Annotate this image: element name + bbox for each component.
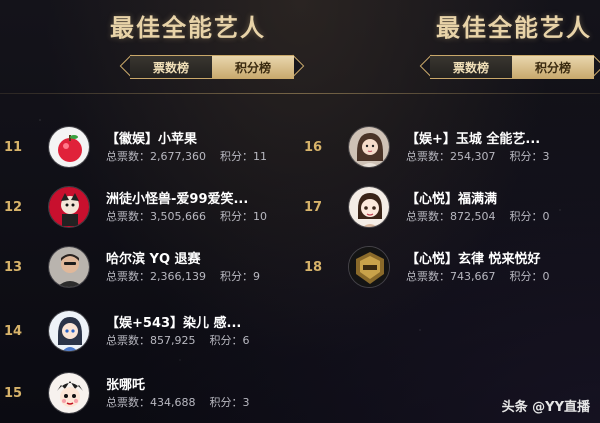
points-label: 积分： bbox=[209, 334, 243, 347]
points-value: 0 bbox=[542, 270, 550, 283]
artist-stats: 总票数：743,667 积分：0 bbox=[406, 268, 600, 284]
leaderboard-row[interactable]: 16 【娱+】玉城 全能艺... 总票数：254,307 积分：3 bbox=[304, 126, 594, 176]
artist-stats: 总票数：2,677,360 积分：11 bbox=[106, 148, 306, 164]
panel-title: 最佳全能艺人 bbox=[110, 14, 266, 42]
points-value: 0 bbox=[542, 210, 550, 223]
artist-stats: 总票数：2,366,139 积分：9 bbox=[106, 268, 306, 284]
artist-stats: 总票数：857,925 积分：6 bbox=[106, 332, 306, 348]
leaderboard-row[interactable]: 15 张哪吒 总票数：434,688 积分：3 bbox=[4, 372, 294, 422]
tab-bar: 票数榜 积分榜 bbox=[118, 54, 306, 80]
rank-number: 15 bbox=[4, 386, 23, 401]
votes-value: 434,688 bbox=[150, 396, 196, 409]
tab-votes[interactable]: 票数榜 bbox=[430, 55, 512, 79]
artist-stats: 总票数：434,688 积分：3 bbox=[106, 394, 306, 410]
votes-value: 2,677,360 bbox=[150, 150, 206, 163]
points-value: 6 bbox=[242, 334, 250, 347]
tab-points[interactable]: 积分榜 bbox=[212, 55, 294, 79]
gold-badge-avatar[interactable] bbox=[348, 246, 390, 288]
votes-value: 872,504 bbox=[450, 210, 496, 223]
rank-number: 18 bbox=[304, 260, 323, 275]
points-value: 11 bbox=[252, 150, 267, 163]
votes-label: 总票数： bbox=[106, 210, 150, 223]
rank-number: 17 bbox=[304, 200, 323, 215]
rank-number: 14 bbox=[4, 324, 23, 339]
watermark: 头条 @YY直播 bbox=[501, 400, 590, 415]
leaderboard-row[interactable]: 18 【心悦】玄律 悦来悦好 总票数：743,667 积分：0 bbox=[304, 246, 594, 296]
tab-left-ornament bbox=[418, 54, 430, 80]
tab-right-ornament bbox=[594, 54, 600, 80]
points-label: 积分： bbox=[509, 270, 543, 283]
leaderboard-row[interactable]: 13 哈尔滨 YQ 退赛 总票数：2,366,139 积分：9 bbox=[4, 246, 294, 296]
points-label: 积分： bbox=[219, 150, 253, 163]
tab-left-ornament bbox=[118, 54, 130, 80]
tab-points[interactable]: 积分榜 bbox=[512, 55, 594, 79]
rank-number: 13 bbox=[4, 260, 23, 275]
votes-value: 743,667 bbox=[450, 270, 496, 283]
votes-label: 总票数： bbox=[106, 270, 150, 283]
votes-value: 254,307 bbox=[450, 150, 496, 163]
cartoon-kid-avatar[interactable] bbox=[48, 372, 90, 414]
apple-avatar[interactable] bbox=[48, 126, 90, 168]
artist-name[interactable]: 【娱+】玉城 全能艺... bbox=[406, 128, 596, 147]
artist-name[interactable]: 洲徒小怪兽-爱99爱笑... bbox=[106, 188, 296, 207]
points-label: 积分： bbox=[509, 150, 543, 163]
votes-value: 2,366,139 bbox=[150, 270, 206, 283]
votes-label: 总票数： bbox=[406, 150, 450, 163]
votes-label: 总票数： bbox=[406, 270, 450, 283]
man-avatar[interactable] bbox=[48, 246, 90, 288]
tab-votes[interactable]: 票数榜 bbox=[130, 55, 212, 79]
points-label: 积分： bbox=[219, 270, 253, 283]
artist-stats: 总票数：3,505,666 积分：10 bbox=[106, 208, 306, 224]
votes-label: 总票数： bbox=[406, 210, 450, 223]
votes-label: 总票数： bbox=[106, 150, 150, 163]
leaderboard-row[interactable]: 14 【娱+543】染儿 感... 总票数：857,925 积分：6 bbox=[4, 310, 294, 360]
artist-name[interactable]: 【娱+543】染儿 感... bbox=[106, 312, 296, 331]
artist-name[interactable]: 【徽娱】小苹果 bbox=[106, 128, 296, 147]
leaderboard-row[interactable]: 12 洲徒小怪兽-爱99爱笑... 总票数：3,505,666 积分：10 bbox=[4, 186, 294, 236]
cartoon-girl-avatar[interactable] bbox=[348, 186, 390, 228]
woman-avatar[interactable] bbox=[348, 126, 390, 168]
anime-girl-avatar[interactable] bbox=[48, 310, 90, 352]
points-label: 积分： bbox=[209, 396, 243, 409]
artist-name[interactable]: 哈尔滨 YQ 退赛 bbox=[106, 248, 296, 267]
rank-number: 12 bbox=[4, 200, 23, 215]
rank-number: 11 bbox=[4, 140, 23, 155]
votes-label: 总票数： bbox=[106, 334, 150, 347]
points-label: 积分： bbox=[509, 210, 543, 223]
cartoon-avatar[interactable] bbox=[48, 186, 90, 228]
artist-name[interactable]: 【心悦】福满满 bbox=[406, 188, 596, 207]
points-value: 3 bbox=[542, 150, 550, 163]
points-value: 3 bbox=[242, 396, 250, 409]
votes-value: 857,925 bbox=[150, 334, 196, 347]
points-value: 9 bbox=[252, 270, 260, 283]
points-value: 10 bbox=[252, 210, 267, 223]
header-divider bbox=[0, 93, 600, 94]
artist-stats: 总票数：254,307 积分：3 bbox=[406, 148, 600, 164]
votes-value: 3,505,666 bbox=[150, 210, 206, 223]
panel-title: 最佳全能艺人 bbox=[436, 14, 592, 42]
leaderboard-row[interactable]: 11 【徽娱】小苹果 总票数：2,677,360 积分：11 bbox=[4, 126, 294, 176]
leaderboard-row[interactable]: 17 【心悦】福满满 总票数：872,504 积分：0 bbox=[304, 186, 594, 236]
artist-name[interactable]: 张哪吒 bbox=[106, 374, 296, 393]
artist-stats: 总票数：872,504 积分：0 bbox=[406, 208, 600, 224]
votes-label: 总票数： bbox=[106, 396, 150, 409]
points-label: 积分： bbox=[219, 210, 253, 223]
artist-name[interactable]: 【心悦】玄律 悦来悦好 bbox=[406, 248, 596, 267]
rank-number: 16 bbox=[304, 140, 323, 155]
tab-bar: 票数榜 积分榜 bbox=[418, 54, 600, 80]
